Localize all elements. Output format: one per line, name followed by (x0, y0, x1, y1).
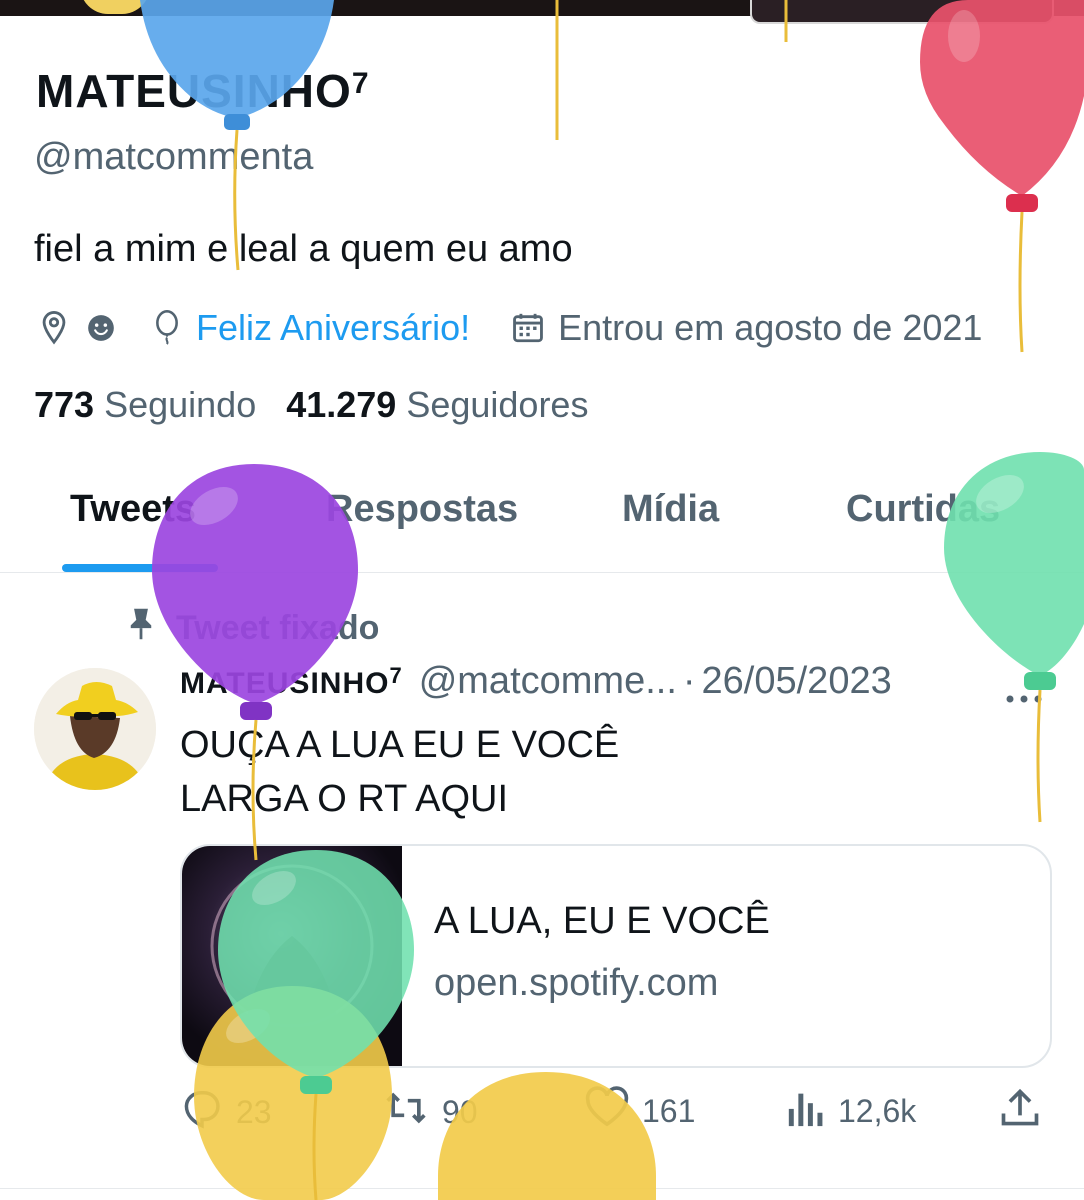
tweet-divider (0, 1188, 1084, 1189)
more-dots-icon[interactable] (1004, 680, 1044, 712)
location-pin-icon (36, 308, 72, 348)
tweet-date[interactable]: 26/05/2023 (702, 660, 892, 703)
calendar-icon (510, 310, 546, 346)
tab-tweets[interactable]: Tweets (70, 488, 196, 531)
pin-icon (124, 606, 158, 651)
followers-label: Seguidores (406, 384, 589, 425)
tweet-header: MATEUSINHO7 @matcomme... · 26/05/2023 (180, 660, 892, 703)
display-name-text: MATEUSINHO (36, 65, 352, 117)
birthday-link[interactable]: Feliz Aniversário! (196, 307, 470, 349)
followers-count: 41.279 (286, 384, 397, 425)
following-label: Seguindo (104, 384, 257, 425)
banner-edge (750, 0, 1054, 24)
tweet-author-avatar[interactable] (34, 668, 156, 790)
profile-display-name: MATEUSINHO7 (36, 64, 370, 118)
tweet-text-line: LARGA O RT AQUI (180, 778, 509, 820)
tab-likes[interactable]: Curtidas (846, 488, 1000, 531)
followers-link[interactable]: 41.279 Seguidores (286, 384, 588, 426)
like-count: 161 (642, 1092, 696, 1129)
retweet-icon (382, 1086, 430, 1138)
tweet-author-name[interactable]: MATEUSINHO7 (180, 663, 403, 701)
balloon-icon (152, 308, 182, 348)
profile-handle: @matcommenta (34, 136, 314, 178)
profile-banner[interactable] (0, 0, 1084, 24)
smiley-icon (86, 313, 116, 343)
pinned-tweet-label: Tweet fixado (124, 606, 379, 651)
following-link[interactable]: 773 Seguindo (34, 384, 256, 426)
link-card-title: A LUA, EU E VOCÊ (434, 900, 770, 942)
active-tab-indicator (62, 564, 218, 572)
tab-replies[interactable]: Respostas (326, 488, 518, 531)
link-card-thumbnail (182, 846, 402, 1066)
balloon-string (555, 0, 788, 140)
spotify-link-card[interactable]: A LUA, EU E VOCÊ open.spotify.com (180, 844, 1052, 1068)
tweet-text-line: OUÇA A LUA EU E VOCÊ (180, 724, 620, 766)
tweet-action-bar: 23 90 161 12,6k (180, 1086, 1060, 1146)
share-button[interactable] (998, 1086, 1042, 1138)
reply-button[interactable]: 23 (180, 1086, 272, 1138)
profile-meta-row: Feliz Aniversário! Entrou em agosto de 2… (36, 300, 982, 356)
link-card-domain: open.spotify.com (434, 962, 719, 1004)
share-icon (998, 1086, 1042, 1138)
tweet-author-handle[interactable]: @matcomme... (419, 660, 677, 703)
tweet-text: OUÇA A LUA EU E VOCÊ LARGA O RT AQUI (180, 718, 619, 826)
views-button[interactable]: 12,6k (786, 1086, 916, 1136)
profile-bio: fiel a mim e leal a quem eu amo (34, 228, 573, 270)
views-chart-icon (786, 1086, 826, 1136)
retweet-count: 90 (442, 1093, 478, 1130)
follow-stats: 773 Seguindo 41.279 Seguidores (34, 384, 588, 426)
view-count: 12,6k (838, 1092, 917, 1129)
following-count: 773 (34, 384, 95, 425)
pinned-label-text: Tweet fixado (176, 609, 380, 647)
header-separator: · (682, 660, 696, 702)
tab-media[interactable]: Mídia (622, 488, 719, 531)
author-name-text: MATEUSINHO (180, 667, 390, 700)
retweet-button[interactable]: 90 (382, 1086, 478, 1138)
profile-tabs: Tweets Respostas Mídia Curtidas (0, 480, 1084, 573)
joined-date: Entrou em agosto de 2021 (558, 307, 983, 348)
profile-avatar-peek[interactable] (80, 0, 150, 14)
reply-count: 23 (236, 1093, 272, 1130)
display-name-sup: 7 (351, 67, 370, 100)
author-name-sup: 7 (389, 663, 403, 688)
heart-icon (584, 1086, 630, 1136)
like-button[interactable]: 161 (584, 1086, 695, 1136)
reply-icon (180, 1086, 224, 1138)
